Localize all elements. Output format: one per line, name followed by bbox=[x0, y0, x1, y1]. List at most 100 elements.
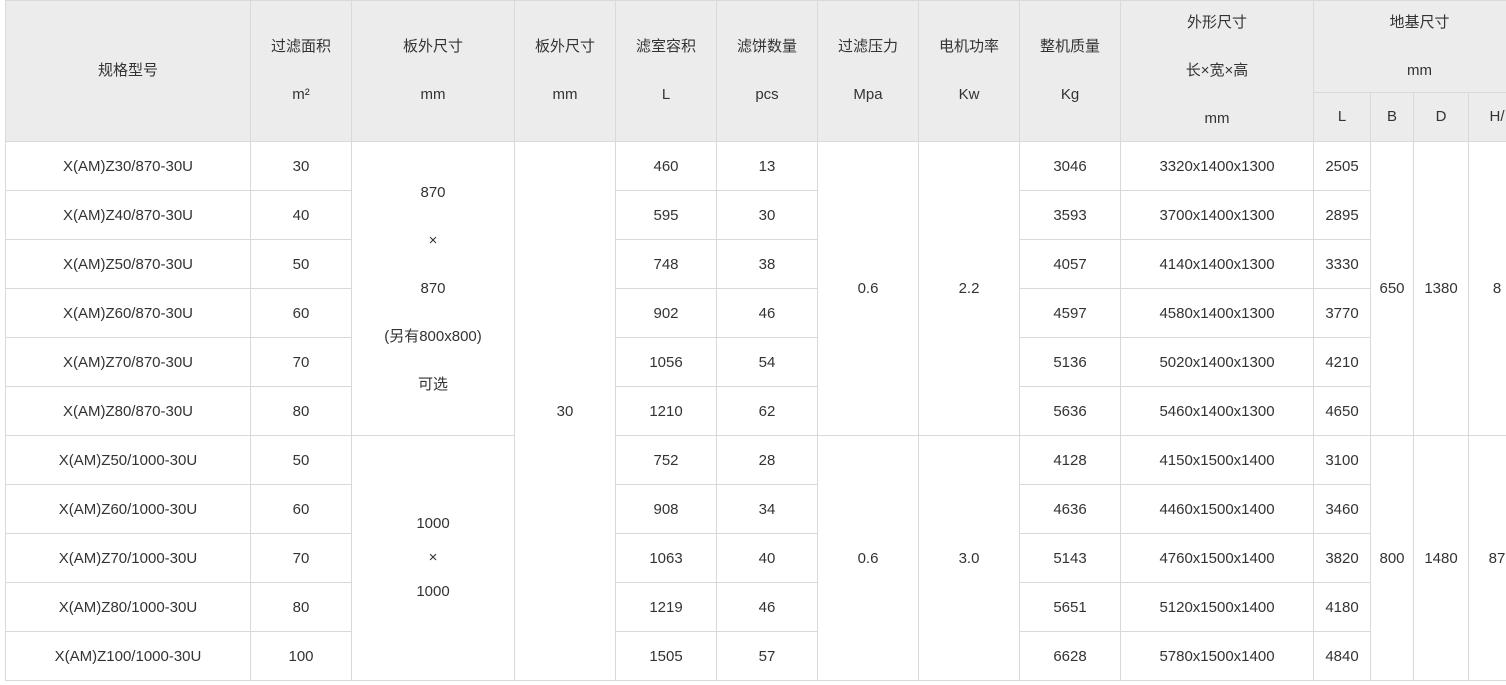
header-motor-power: 电机功率 Kw bbox=[918, 0, 1020, 142]
cell-weight: 6628 bbox=[1019, 631, 1121, 681]
cell-volume: 595 bbox=[615, 190, 717, 240]
cell-foundation-l: 2895 bbox=[1313, 190, 1371, 240]
cell-volume: 1063 bbox=[615, 533, 717, 583]
cell-weight: 5136 bbox=[1019, 337, 1121, 387]
cell-cakes: 28 bbox=[716, 435, 818, 485]
cell-weight: 4636 bbox=[1019, 484, 1121, 534]
header-overall-size: 外形尺寸 长×宽×高 mm bbox=[1120, 0, 1314, 142]
cell-model: X(AM)Z30/870-30U bbox=[5, 141, 251, 191]
cell-plate-size-1000: 1000 × 1000 bbox=[351, 435, 515, 681]
table-row: X(AM)Z60/870-30U 60 902 46 4597 4580x140… bbox=[5, 288, 1506, 338]
cell-pressure: 0.6 bbox=[817, 435, 919, 681]
cell-weight: 4128 bbox=[1019, 435, 1121, 485]
cell-cakes: 13 bbox=[716, 141, 818, 191]
header-filter-area: 过滤面积 m² bbox=[250, 0, 352, 142]
cell-dims: 4140x1400x1300 bbox=[1120, 239, 1314, 289]
cell-area: 50 bbox=[250, 435, 352, 485]
spec-table-container: 规格型号 过滤面积 m² 板外尺寸 mm 板外尺寸 mm 滤室容积 L 滤饼数量… bbox=[5, 0, 1506, 685]
cell-foundation-l: 3460 bbox=[1313, 484, 1371, 534]
cell-weight: 5143 bbox=[1019, 533, 1121, 583]
header-plate-size: 板外尺寸 mm bbox=[351, 0, 515, 142]
cell-dims: 4460x1500x1400 bbox=[1120, 484, 1314, 534]
header-foundation-b: B bbox=[1370, 92, 1414, 142]
cell-weight: 3593 bbox=[1019, 190, 1121, 240]
cell-model: X(AM)Z50/1000-30U bbox=[5, 435, 251, 485]
cell-foundation-b: 650 bbox=[1370, 141, 1414, 436]
cell-cakes: 57 bbox=[716, 631, 818, 681]
cell-power: 2.2 bbox=[918, 141, 1020, 436]
cell-weight: 5651 bbox=[1019, 582, 1121, 632]
cell-dims: 5120x1500x1400 bbox=[1120, 582, 1314, 632]
cell-foundation-l: 2505 bbox=[1313, 141, 1371, 191]
cell-area: 100 bbox=[250, 631, 352, 681]
cell-model: X(AM)Z70/870-30U bbox=[5, 337, 251, 387]
cell-model: X(AM)Z50/870-30U bbox=[5, 239, 251, 289]
cell-power: 3.0 bbox=[918, 435, 1020, 681]
cell-volume: 1056 bbox=[615, 337, 717, 387]
cell-model: X(AM)Z60/1000-30U bbox=[5, 484, 251, 534]
cell-dims: 3320x1400x1300 bbox=[1120, 141, 1314, 191]
table-row: X(AM)Z80/870-30U 80 1210 62 5636 5460x14… bbox=[5, 386, 1506, 436]
cell-volume: 460 bbox=[615, 141, 717, 191]
table-row: X(AM)Z70/1000-30U 70 1063 40 5143 4760x1… bbox=[5, 533, 1506, 583]
cell-foundation-h: 8 bbox=[1467, 141, 1506, 436]
cell-dims: 4150x1500x1400 bbox=[1120, 435, 1314, 485]
header-foundation-l: L bbox=[1313, 92, 1371, 142]
cell-foundation-l: 3100 bbox=[1313, 435, 1371, 485]
header-foundation-d: D bbox=[1413, 92, 1469, 142]
cell-dims: 5020x1400x1300 bbox=[1120, 337, 1314, 387]
table-row: X(AM)Z50/870-30U 50 748 38 4057 4140x140… bbox=[5, 239, 1506, 289]
cell-foundation-l: 3820 bbox=[1313, 533, 1371, 583]
cell-model: X(AM)Z80/1000-30U bbox=[5, 582, 251, 632]
cell-foundation-l: 4840 bbox=[1313, 631, 1371, 681]
table-row: X(AM)Z30/870-30U 30 870 × 870 (另有800x800… bbox=[5, 141, 1506, 681]
cell-dims: 4580x1400x1300 bbox=[1120, 288, 1314, 338]
cell-cakes: 30 bbox=[716, 190, 818, 240]
cell-dims: 5460x1400x1300 bbox=[1120, 386, 1314, 436]
header-cake-count: 滤饼数量 pcs bbox=[716, 0, 818, 142]
table-row: X(AM)Z70/870-30U 70 1056 54 5136 5020x14… bbox=[5, 337, 1506, 387]
cell-area: 60 bbox=[250, 484, 352, 534]
header-row-1: 规格型号 过滤面积 m² 板外尺寸 mm 板外尺寸 mm 滤室容积 L 滤饼数量… bbox=[5, 0, 1506, 142]
table-row: X(AM)Z60/1000-30U 60 908 34 4636 4460x15… bbox=[5, 484, 1506, 534]
cell-area: 80 bbox=[250, 582, 352, 632]
cell-model: X(AM)Z70/1000-30U bbox=[5, 533, 251, 583]
cell-area: 40 bbox=[250, 190, 352, 240]
header-machine-weight: 整机质量 Kg bbox=[1019, 0, 1121, 142]
table-row: X(AM)Z40/870-30U 40 595 30 3593 3700x140… bbox=[5, 190, 1506, 240]
cell-cakes: 62 bbox=[716, 386, 818, 436]
cell-cakes: 40 bbox=[716, 533, 818, 583]
cell-foundation-l: 4210 bbox=[1313, 337, 1371, 387]
cell-weight: 3046 bbox=[1019, 141, 1121, 191]
cell-model: X(AM)Z40/870-30U bbox=[5, 190, 251, 240]
cell-foundation-l: 4650 bbox=[1313, 386, 1371, 436]
cell-area: 30 bbox=[250, 141, 352, 191]
cell-foundation-b: 800 bbox=[1370, 435, 1414, 681]
cell-area: 70 bbox=[250, 533, 352, 583]
header-plate-size-2: 板外尺寸 mm bbox=[514, 0, 616, 142]
header-filter-pressure: 过滤压力 Mpa bbox=[817, 0, 919, 142]
cell-area: 70 bbox=[250, 337, 352, 387]
cell-cakes: 34 bbox=[716, 484, 818, 534]
cell-volume: 1210 bbox=[615, 386, 717, 436]
cell-volume: 1505 bbox=[615, 631, 717, 681]
table-row: X(AM)Z80/1000-30U 80 1219 46 5651 5120x1… bbox=[5, 582, 1506, 632]
cell-plate-size-870: 870 × 870 (另有800x800) 可选 bbox=[351, 141, 515, 436]
cell-cakes: 54 bbox=[716, 337, 818, 387]
cell-area: 80 bbox=[250, 386, 352, 436]
cell-plate-size-2: 30 bbox=[514, 141, 616, 681]
cell-volume: 902 bbox=[615, 288, 717, 338]
cell-dims: 4760x1500x1400 bbox=[1120, 533, 1314, 583]
cell-volume: 908 bbox=[615, 484, 717, 534]
cell-foundation-l: 3770 bbox=[1313, 288, 1371, 338]
cell-cakes: 46 bbox=[716, 288, 818, 338]
table-row: X(AM)Z100/1000-30U 100 1505 57 6628 5780… bbox=[5, 631, 1506, 681]
cell-volume: 1219 bbox=[615, 582, 717, 632]
cell-weight: 4597 bbox=[1019, 288, 1121, 338]
cell-foundation-l: 3330 bbox=[1313, 239, 1371, 289]
cell-weight: 5636 bbox=[1019, 386, 1121, 436]
header-foundation-h: H/ bbox=[1467, 92, 1506, 142]
cell-cakes: 46 bbox=[716, 582, 818, 632]
header-chamber-volume: 滤室容积 L bbox=[615, 0, 717, 142]
cell-foundation-d: 1380 bbox=[1413, 141, 1469, 436]
